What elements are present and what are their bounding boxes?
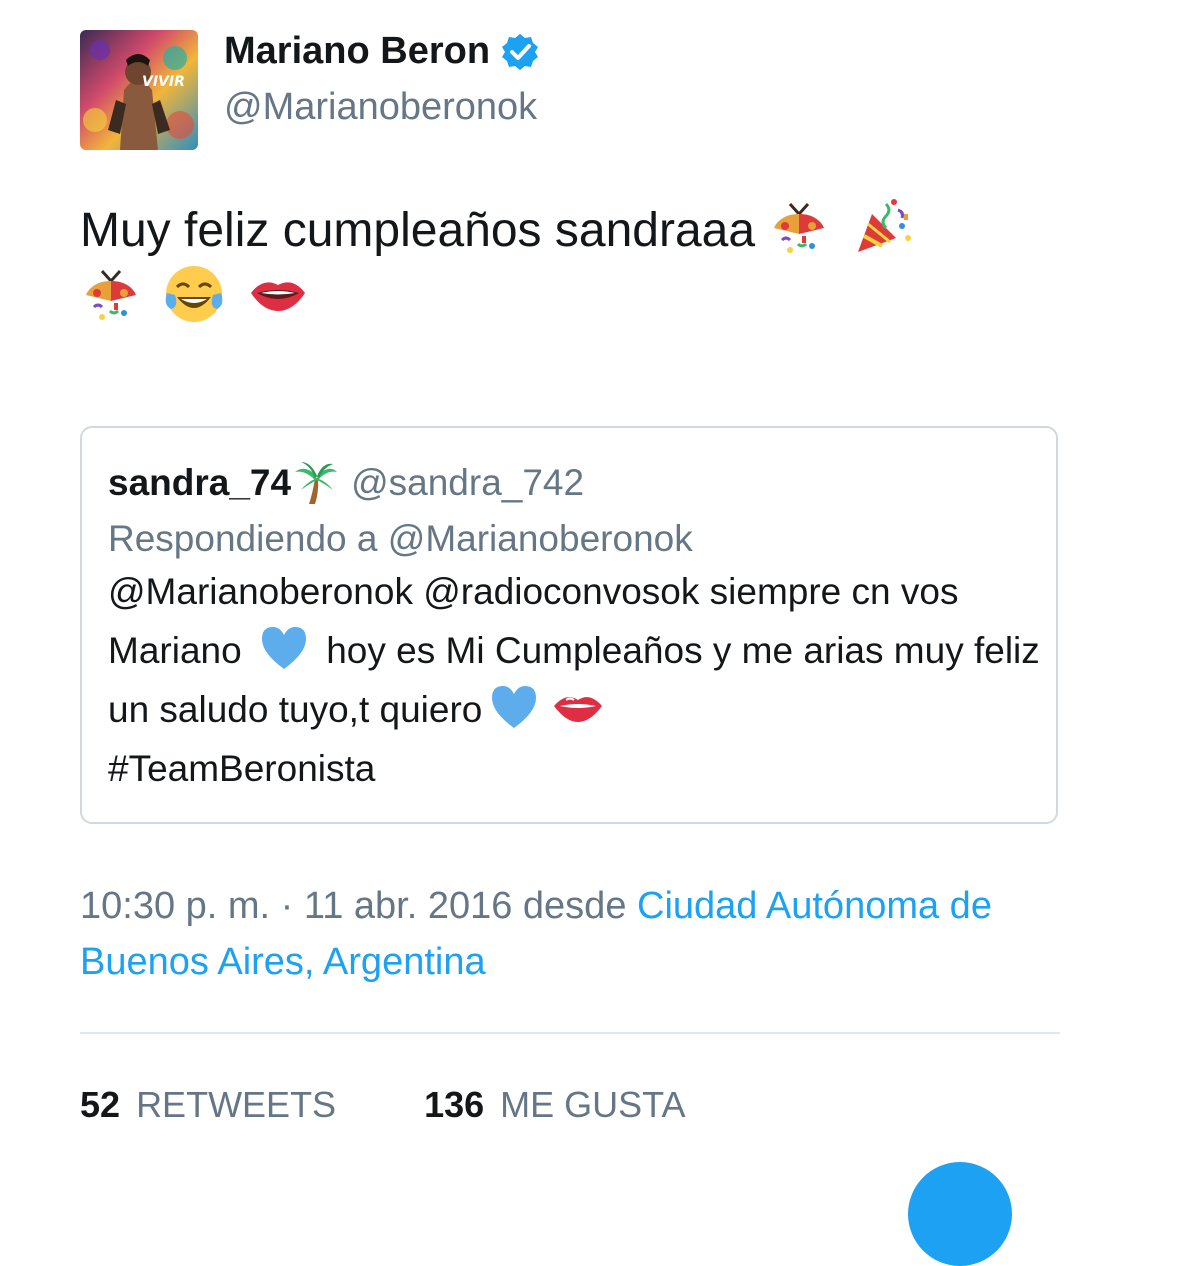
hashtag-link[interactable]: #TeamBeronista	[108, 748, 375, 789]
tweet-text-line: Muy feliz cumpleaños sandraaa	[80, 204, 756, 257]
replying-to-label: Respondiendo a @Marianoberonok	[108, 518, 693, 559]
quoted-tweet-text: @Marianoberonok @radioconvosok siempre c…	[108, 562, 1048, 798]
avatar-image: VIVIR	[80, 30, 198, 150]
kiss-mark-icon	[552, 684, 604, 730]
tweet-text: Muy feliz cumpleaños sandraaa	[80, 196, 1080, 330]
retweets-stat[interactable]: 52 RETWEETS	[80, 1084, 336, 1126]
quoted-tweet-card[interactable]: sandra_74 @sandra_742 Respondiendo a @Ma…	[80, 426, 1058, 824]
tweet-timestamp: 10:30 p. m. · 11 abr. 2016 desde Ciudad …	[80, 878, 1100, 990]
author-handle[interactable]: @Marianoberonok	[224, 86, 537, 129]
author-display-name[interactable]: Mariano Beron	[224, 30, 490, 73]
likes-label: ME GUSTA	[500, 1084, 686, 1125]
quoted-author-name: sandra_74	[108, 462, 292, 503]
author-name[interactable]: Mariano Beron	[224, 30, 540, 73]
likes-count: 136	[424, 1084, 485, 1125]
quoted-tweet-header: sandra_74 @sandra_742	[108, 460, 584, 506]
avatar[interactable]: VIVIR	[80, 30, 198, 150]
tweet-time: 10:30 p. m. · 11 abr. 2016 desde	[80, 885, 638, 927]
tweet-stats: 52 RETWEETS 136 ME GUSTA	[80, 1084, 774, 1126]
svg-text:VIVIR: VIVIR	[142, 74, 185, 90]
divider	[80, 1032, 1060, 1034]
confetti-ball-icon	[768, 196, 830, 258]
retweets-label: RETWEETS	[136, 1084, 337, 1125]
confetti-ball-icon	[80, 263, 142, 325]
retweets-count: 52	[80, 1084, 121, 1125]
verified-badge-icon	[502, 33, 539, 70]
tears-of-joy-icon	[163, 263, 225, 325]
quoted-author-handle: @sandra_742	[351, 462, 585, 503]
palm-tree-icon	[293, 460, 339, 506]
party-popper-icon	[852, 196, 914, 258]
compose-fab-button[interactable]	[908, 1162, 1012, 1266]
blue-heart-icon	[258, 625, 310, 671]
likes-stat[interactable]: 136 ME GUSTA	[424, 1084, 685, 1126]
lips-icon	[247, 263, 309, 325]
blue-heart-icon	[488, 684, 540, 730]
